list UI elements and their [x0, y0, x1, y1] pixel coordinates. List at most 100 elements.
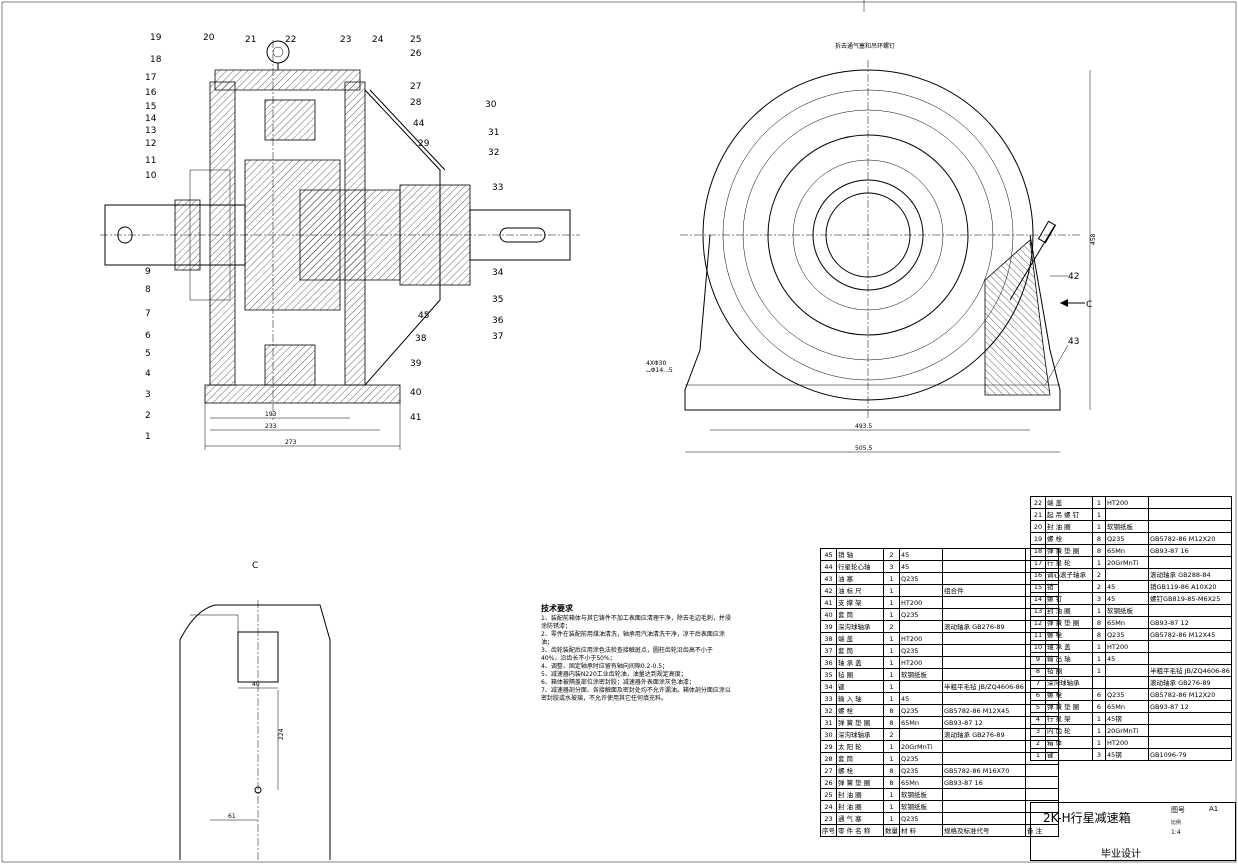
view-c-label: C [252, 561, 258, 571]
bom-cell-std: GB93-87 12 [1148, 700, 1232, 713]
bom-cell-no: 2 [1030, 736, 1046, 749]
bom-cell-qty: 8 [1092, 544, 1106, 557]
technical-requirements: 技术要求 1、装配前箱体与其它铸件不加工表面应清理干净，除去毛边毛刺，并浸涂防锈… [541, 605, 731, 703]
callout: 40 [410, 388, 422, 398]
bom-row: 5弹 簧 垫 圈 6 65Mn GB93-87 12 [1030, 700, 1232, 713]
bom-cell-rem [1024, 776, 1059, 789]
bom-cell-no: 44 [820, 560, 837, 573]
callout: 36 [492, 316, 504, 326]
callout: 34 [492, 268, 504, 278]
bom-cell-std: GB93-87 16 [1148, 544, 1232, 557]
callout: 22 [285, 35, 296, 45]
callout: 31 [488, 128, 499, 138]
bom-cell-std: 滚动轴承 GB276-89 [942, 728, 1026, 741]
bom-cell-std: 组合件 [942, 584, 1026, 597]
bom-cell-std: GB5782-86 M12X20 [1148, 532, 1232, 545]
bom-cell-name: 深沟球轴承 [836, 728, 884, 741]
bom-cell-no: 19 [1030, 532, 1046, 545]
bom-cell-qty: 1 [883, 572, 900, 585]
bom-cell-std: GB5782-86 M12X45 [1148, 628, 1232, 641]
bom-cell-name: 螺 栓 [1045, 688, 1093, 701]
drawing-subtitle: 毕业设计 [1101, 849, 1141, 860]
bom-cell-mat: 45 [899, 548, 943, 561]
callout: 10 [145, 171, 157, 181]
bom-cell-no: 9 [1030, 652, 1046, 665]
bom-row: 34 键 1 半粗平毛毡 JB/ZQ4606-86 [820, 680, 1059, 693]
callout: 4 [145, 369, 151, 379]
bom-row: 12 弹 簧 垫 圈 8 65Mn GB93-87 12 [1030, 616, 1232, 629]
bom-row: 22 端 盖 1 HT200 [1030, 496, 1232, 509]
bom-cell-qty: 1 [1092, 640, 1106, 653]
bom-cell-no: 7 [1030, 676, 1046, 689]
bom-cell-name: 箱 体 [1045, 736, 1093, 749]
bom-cell-no: 36 [820, 656, 837, 669]
bom-cell-qty: 1 [883, 740, 900, 753]
bom-cell-name: 内 齿 轮 [1045, 724, 1093, 737]
bom-cell-std [942, 800, 1026, 813]
bom-cell-mat: 45钢 [1105, 748, 1149, 761]
bom-cell-std [942, 692, 1026, 705]
bom-cell-std [942, 608, 1026, 621]
bom-cell-mat: Q235 [1105, 532, 1149, 545]
callout: 30 [485, 100, 497, 110]
bom-cell-mat [1105, 508, 1149, 521]
bom-cell-qty: 1 [883, 692, 900, 705]
bom-cell-name: 套 筒 [836, 644, 884, 657]
bom-cell-name: 行星轮心轴 [836, 560, 884, 573]
scale-label: 比例 [1171, 820, 1182, 826]
bom-cell-name: 弹 簧 垫 圈 [836, 716, 884, 729]
callout: 2 [145, 411, 151, 421]
callout: 26 [410, 49, 422, 59]
bom-cell-qty: 1 [1092, 724, 1106, 737]
bom-cell-qty: 3 [1092, 592, 1106, 605]
bom-cell-no: 6 [1030, 688, 1046, 701]
bom-cell-qty: 1 [1092, 652, 1106, 665]
bom-row: 14 螺 钉 3 45 螺钉GB819-85-M6X25 [1030, 592, 1232, 605]
bom-cell-no: 34 [820, 680, 837, 693]
bom-row: 35 毡 圈 1 软钢纸板 [820, 668, 1059, 681]
bom-cell-qty: 1 [1092, 508, 1106, 521]
bom-cell-name: 封 油 圈 [1045, 604, 1093, 617]
bom-cell-qty: 1 [883, 608, 900, 621]
bom-cell-name: 弹 簧 垫 圈 [1045, 616, 1093, 629]
dim-458: 458 [1090, 233, 1097, 245]
bom-cell-mat: 20GrMnTi [1105, 556, 1149, 569]
bom-cell-mat: Q235 [1105, 628, 1149, 641]
callout: 35 [492, 295, 503, 305]
bom-cell-name: 支 撑 架 [836, 596, 884, 609]
bom-cell-std [1148, 652, 1232, 665]
bom-cell-no: 1 [1030, 748, 1046, 761]
bom-cell-no: 14 [1030, 592, 1046, 605]
bom-cell-qty: 2 [883, 620, 900, 633]
bom-row: 44 行星轮心轴 3 45 [820, 560, 1059, 573]
bom-cell-qty: 3 [1092, 748, 1106, 761]
bom-cell-qty: 8 [883, 704, 900, 717]
callout: 45 [418, 311, 429, 321]
bom-cell-qty: 2 [1092, 568, 1106, 581]
callout: 11 [145, 156, 156, 166]
bom-cell-name: 销 [1045, 580, 1093, 593]
callout: 28 [410, 98, 422, 108]
bom-cell-name: 弹 簧 垫 圈 [1045, 544, 1093, 557]
bom-cell-qty: 1 [1092, 736, 1106, 749]
callout: 18 [150, 55, 162, 65]
side-view: 拆去通气塞和吊环螺钉 C 42 43 458 493.5 505.5 4XΦ30… [646, 42, 1097, 453]
bom-row: 3内 齿 轮 1 20GrMnTi [1030, 724, 1232, 737]
bom-cell-qty: 8 [883, 764, 900, 777]
bom-cell-qty: 2 [883, 728, 900, 741]
dim-224: 224 [278, 728, 285, 740]
bom-cell-mat: 45 [899, 560, 943, 573]
callout: 41 [410, 413, 421, 423]
bom-row: 33 输 入 轴 1 45 [820, 692, 1059, 705]
bom-cell-no: 38 [820, 632, 837, 645]
bom-cell-mat: 45 [1105, 652, 1149, 665]
tech-title: 技术要求 [541, 604, 573, 613]
bom-cell-qty: 2 [1092, 580, 1106, 593]
bom-cell-std [1148, 604, 1232, 617]
bom-cell-qty: 6 [1092, 688, 1106, 701]
bom-cell-std: GB93-87 12 [942, 716, 1026, 729]
bom-cell-name: 螺 钉 [1045, 592, 1093, 605]
scale-value: 1:4 [1171, 829, 1181, 836]
bom-cell-mat: HT200 [899, 632, 943, 645]
callout: 23 [340, 35, 351, 45]
